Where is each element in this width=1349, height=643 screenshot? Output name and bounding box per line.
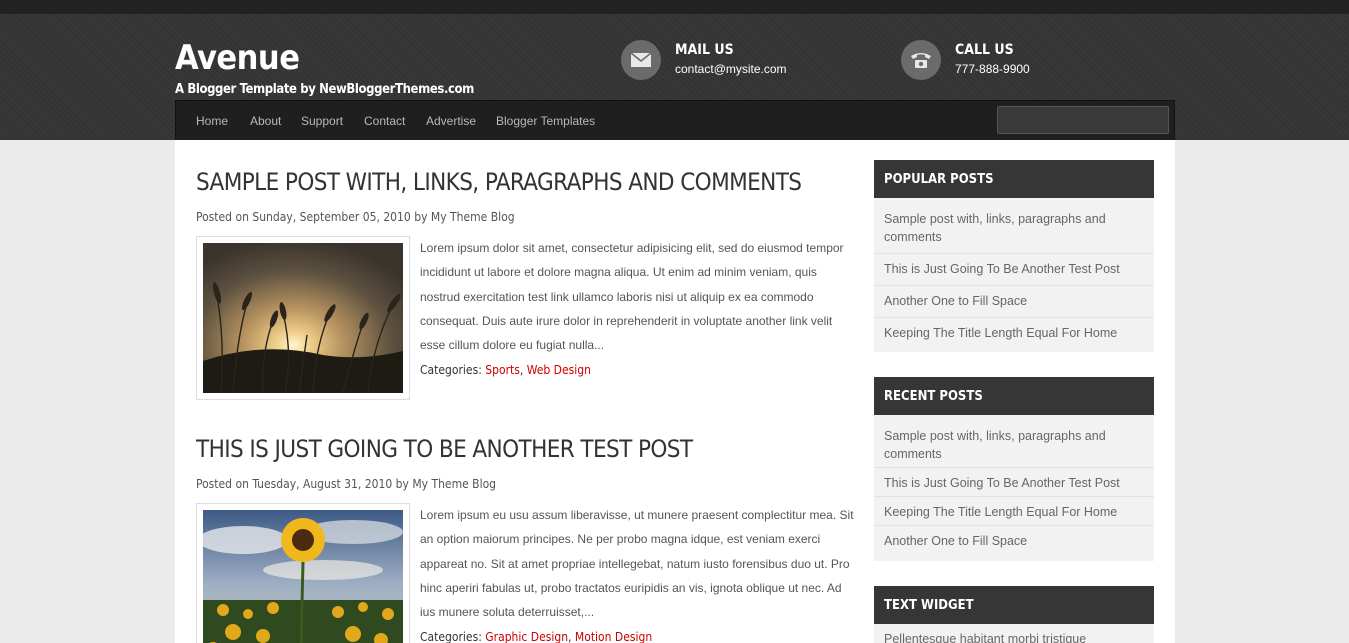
category-link-web-design[interactable]: Web Design [527, 363, 591, 377]
popular-post-link[interactable]: Sample post with, links, paragraphs and … [874, 198, 1154, 254]
mail-us-title: MAIL US [675, 42, 734, 58]
post-categories: Categories: Sports, Web Design [420, 363, 591, 377]
post-excerpt: Lorem ipsum dolor sit amet, consectetur … [420, 241, 844, 353]
popular-post-link[interactable]: This is Just Going To Be Another Test Po… [874, 254, 1154, 286]
widget-title: RECENT POSTS [874, 377, 1154, 415]
nav-item-blogger-templates[interactable]: Blogger Templates [496, 114, 595, 128]
widget-title: TEXT WIDGET [874, 586, 1154, 624]
sunflowers-image [203, 510, 403, 643]
post-date: Sunday, September 05, 2010 [252, 210, 411, 224]
popular-posts-widget: POPULAR POSTS Sample post with, links, p… [874, 160, 1154, 352]
post-meta-by: by [395, 477, 409, 491]
post-meta: Posted on Tuesday, August 31, 2010 by My… [196, 477, 496, 491]
main-navigation: Home About Support Contact Advertise Blo… [175, 100, 1175, 140]
nav-item-about[interactable]: About [250, 114, 281, 128]
nav-item-contact[interactable]: Contact [364, 114, 405, 128]
wheat-sunset-image [203, 243, 403, 393]
widget-title: POPULAR POSTS [874, 160, 1154, 198]
call-us-value[interactable]: 777-888-9900 [955, 62, 1030, 76]
nav-item-home[interactable]: Home [196, 114, 228, 128]
post-meta-prefix: Posted on [196, 477, 249, 491]
phone-icon [901, 40, 941, 80]
nav-item-support[interactable]: Support [301, 114, 343, 128]
mail-us-value[interactable]: contact@mysite.com [675, 62, 787, 76]
category-link-graphic-design[interactable]: Graphic Design [485, 630, 568, 643]
recent-post-link[interactable]: This is Just Going To Be Another Test Po… [874, 468, 1154, 497]
recent-post-link[interactable]: Another One to Fill Space [874, 526, 1154, 554]
post-meta: Posted on Sunday, September 05, 2010 by … [196, 210, 515, 224]
post-thumbnail[interactable] [196, 503, 410, 643]
post-categories: Categories: Graphic Design, Motion Desig… [420, 630, 653, 643]
category-link-sports[interactable]: Sports [485, 363, 520, 377]
popular-post-link[interactable]: Keeping The Title Length Equal For Home [874, 318, 1154, 349]
categories-label: Categories: [420, 630, 482, 643]
post-meta-prefix: Posted on [196, 210, 249, 224]
post-title[interactable]: THIS IS JUST GOING TO BE ANOTHER TEST PO… [196, 435, 693, 463]
recent-posts-widget: RECENT POSTS Sample post with, links, pa… [874, 377, 1154, 561]
recent-post-link[interactable]: Sample post with, links, paragraphs and … [874, 415, 1154, 468]
call-us-title: CALL US [955, 42, 1014, 58]
text-widget: TEXT WIDGET Pellentesque habitant morbi … [874, 586, 1154, 643]
content-area: SAMPLE POST WITH, LINKS, PARAGRAPHS AND … [175, 140, 1175, 643]
text-widget-body: Pellentesque habitant morbi tristique [884, 632, 1087, 643]
post-meta-by: by [414, 210, 428, 224]
search-input[interactable] [997, 106, 1169, 134]
categories-label: Categories: [420, 363, 482, 377]
recent-post-link[interactable]: Keeping The Title Length Equal For Home [874, 497, 1154, 526]
site-description: A Blogger Template by NewBloggerThemes.c… [175, 82, 474, 97]
post-title[interactable]: SAMPLE POST WITH, LINKS, PARAGRAPHS AND … [196, 168, 802, 196]
post-date: Tuesday, August 31, 2010 [252, 477, 393, 491]
top-strip [0, 0, 1349, 14]
site-title[interactable]: Avenue [175, 38, 300, 78]
post-author[interactable]: My Theme Blog [431, 210, 515, 224]
category-link-motion-design[interactable]: Motion Design [575, 630, 652, 643]
post-author[interactable]: My Theme Blog [412, 477, 496, 491]
envelope-icon [621, 40, 661, 80]
post-excerpt: Lorem ipsum eu usu assum liberavisse, ut… [420, 508, 854, 620]
post-thumbnail[interactable] [196, 236, 410, 400]
popular-post-link[interactable]: Another One to Fill Space [874, 286, 1154, 318]
nav-item-advertise[interactable]: Advertise [426, 114, 476, 128]
